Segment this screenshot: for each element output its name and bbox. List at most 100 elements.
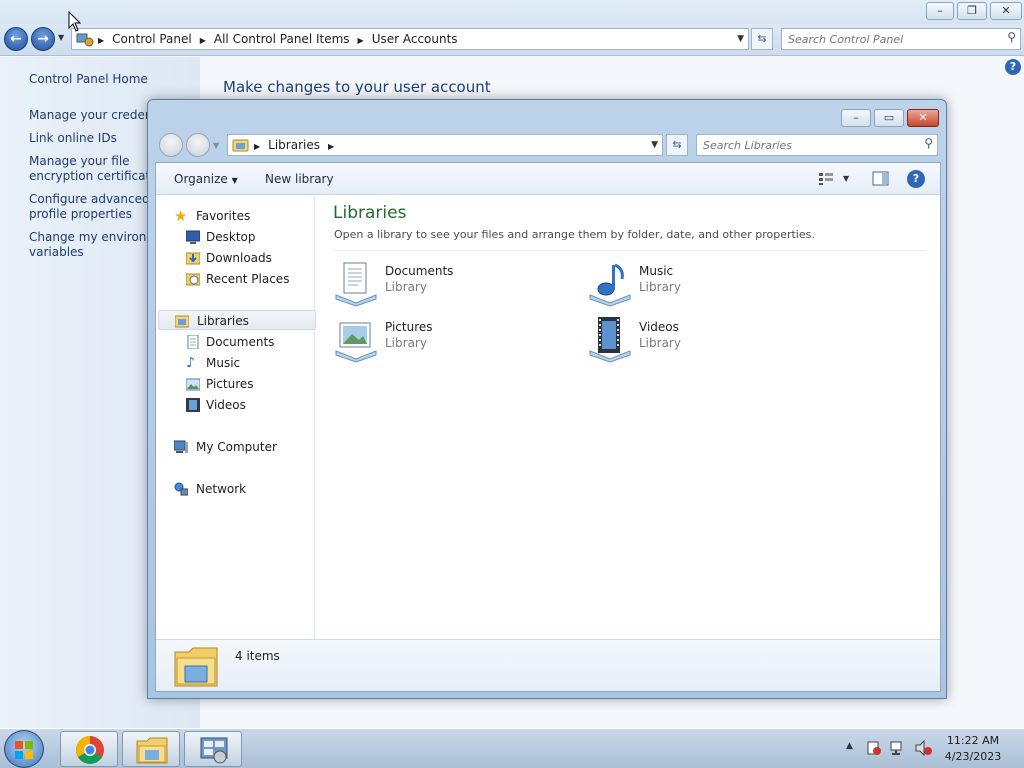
- nav-videos[interactable]: Videos: [156, 395, 314, 415]
- network-status-icon[interactable]: [890, 740, 906, 756]
- nav-my-computer[interactable]: My Computer: [156, 437, 314, 457]
- lib-back-button[interactable]: [159, 133, 183, 157]
- taskbar-chrome[interactable]: [60, 731, 118, 767]
- organize-button[interactable]: Organize ▼: [174, 172, 238, 186]
- lib-recent-pages-icon[interactable]: ▼: [213, 141, 219, 150]
- breadcrumb-arrow-icon[interactable]: ▶: [98, 31, 104, 51]
- close-button[interactable]: ✕: [990, 2, 1022, 20]
- nav-desktop-label: Desktop: [206, 230, 256, 244]
- nav-recent-places[interactable]: Recent Places: [156, 269, 314, 289]
- library-music-kind: Library: [639, 280, 681, 294]
- forward-button[interactable]: →: [31, 27, 55, 51]
- volume-muted-icon[interactable]: [914, 740, 932, 756]
- library-documents-kind: Library: [385, 280, 427, 294]
- mouse-cursor-icon: [68, 11, 82, 32]
- breadcrumb-arrow-icon[interactable]: ▶: [358, 31, 364, 51]
- lib-address-bar[interactable]: ▶ Libraries ▶ ▼: [227, 134, 663, 156]
- documents-library-icon: [335, 262, 377, 307]
- nav-desktop[interactable]: Desktop: [156, 227, 314, 247]
- nav-pictures[interactable]: Pictures: [156, 374, 314, 394]
- start-button[interactable]: [4, 730, 44, 768]
- search-icon[interactable]: ⚲: [1007, 30, 1016, 44]
- breadcrumb-arrow-icon[interactable]: ▶: [254, 137, 260, 157]
- breadcrumb-arrow-icon[interactable]: ▶: [200, 31, 206, 51]
- nav-favorites[interactable]: ★ Favorites: [156, 206, 314, 226]
- lib-minimize-button[interactable]: –: [841, 109, 871, 127]
- folder-icon: [136, 737, 168, 764]
- nav-network[interactable]: Network: [156, 479, 314, 499]
- content-subtitle: Open a library to see your files and arr…: [334, 228, 815, 241]
- restore-button[interactable]: ❐: [957, 2, 987, 20]
- nav-libraries[interactable]: Libraries: [158, 310, 316, 330]
- taskbar-control-panel[interactable]: [184, 731, 242, 767]
- item-count: 4 items: [235, 649, 280, 663]
- library-music[interactable]: Music Library: [586, 259, 806, 307]
- control-panel-search: ⚲: [781, 28, 1021, 50]
- search-icon[interactable]: ⚲: [924, 136, 933, 150]
- nav-downloads[interactable]: Downloads: [156, 248, 314, 268]
- lib-maximize-button[interactable]: ▭: [874, 109, 904, 127]
- music-icon: ♪: [186, 355, 195, 371]
- recent-pages-icon[interactable]: ▼: [58, 33, 64, 42]
- navigation-pane: ★ Favorites Desktop Downloads Recent Pla…: [156, 196, 316, 639]
- breadcrumb-user-accounts[interactable]: User Accounts: [372, 32, 458, 46]
- nav-recent-places-label: Recent Places: [206, 272, 290, 286]
- music-library-icon: [589, 263, 631, 307]
- recent-places-icon: [186, 273, 200, 286]
- libraries-folder-icon: [232, 139, 249, 152]
- library-pictures-kind: Library: [385, 336, 427, 350]
- link-online-ids-link[interactable]: Link online IDs: [29, 131, 117, 146]
- show-hidden-icons[interactable]: ▲: [846, 741, 853, 751]
- lib-address-dropdown-icon[interactable]: ▼: [651, 135, 658, 155]
- nav-music[interactable]: ♪ Music: [156, 353, 314, 373]
- taskbar: ▲ 11:22 AM 4/23/2023: [0, 728, 1024, 768]
- minimize-button[interactable]: –: [926, 2, 954, 20]
- library-documents-name: Documents: [385, 264, 454, 278]
- new-library-button[interactable]: New library: [265, 172, 334, 186]
- library-videos[interactable]: Videos Library: [586, 315, 806, 363]
- address-bar[interactable]: ▶ Control Panel ▶ All Control Panel Items ▶ U…: [71, 28, 749, 50]
- library-music-name: Music: [639, 264, 674, 278]
- breadcrumb-arrow-icon[interactable]: ▶: [328, 137, 334, 157]
- breadcrumb-libraries[interactable]: Libraries: [268, 138, 320, 152]
- nav-pictures-label: Pictures: [206, 377, 254, 391]
- library-content-pane: Libraries Open a library to see your fil…: [316, 196, 940, 639]
- action-center-icon[interactable]: [866, 740, 882, 756]
- library-videos-kind: Library: [639, 336, 681, 350]
- computer-icon: [174, 440, 188, 453]
- libraries-large-icon: [174, 647, 218, 687]
- breadcrumb-control-panel[interactable]: Control Panel: [112, 32, 192, 46]
- nav-libraries-label: Libraries: [197, 314, 249, 328]
- lib-forward-button[interactable]: [186, 133, 210, 157]
- back-button[interactable]: ←: [4, 27, 28, 51]
- help-icon[interactable]: ?: [1005, 59, 1021, 75]
- videos-library-icon: [589, 317, 631, 363]
- preview-pane-icon[interactable]: [872, 171, 890, 187]
- lib-search-input[interactable]: [703, 137, 903, 153]
- control-panel-home-link[interactable]: Control Panel Home: [29, 72, 148, 87]
- chrome-icon: [76, 736, 104, 764]
- breadcrumb-all-items[interactable]: All Control Panel Items: [214, 32, 350, 46]
- change-view-icon[interactable]: [818, 172, 834, 186]
- taskbar-explorer[interactable]: [122, 731, 180, 767]
- libraries-body: Organize ▼ New library ▼ ? ★ Favorites D…: [155, 162, 941, 692]
- nav-documents[interactable]: Documents: [156, 332, 314, 352]
- help-icon[interactable]: ?: [907, 170, 925, 188]
- content-title: Libraries: [333, 203, 407, 223]
- library-pictures[interactable]: Pictures Library: [332, 315, 552, 363]
- search-input[interactable]: [788, 31, 988, 47]
- address-dropdown-icon[interactable]: ▼: [737, 29, 744, 49]
- control-panel-titlebar: – ❐ ✕: [0, 0, 1024, 24]
- desktop-icon: [186, 230, 200, 244]
- lib-close-button[interactable]: ✕: [907, 109, 939, 127]
- refresh-button[interactable]: ⇆: [751, 28, 773, 50]
- system-clock[interactable]: 11:22 AM 4/23/2023: [940, 733, 1006, 765]
- lib-refresh-button[interactable]: ⇆: [666, 134, 688, 156]
- clock-time: 11:22 AM: [946, 734, 1000, 747]
- control-panel-icon: [76, 33, 94, 47]
- library-documents[interactable]: Documents Library: [332, 259, 552, 307]
- view-dropdown-icon[interactable]: ▼: [843, 174, 849, 183]
- control-panel-icon: [200, 737, 228, 764]
- lib-breadcrumb: ▶ Libraries ▶: [254, 135, 342, 157]
- documents-icon: [187, 335, 199, 349]
